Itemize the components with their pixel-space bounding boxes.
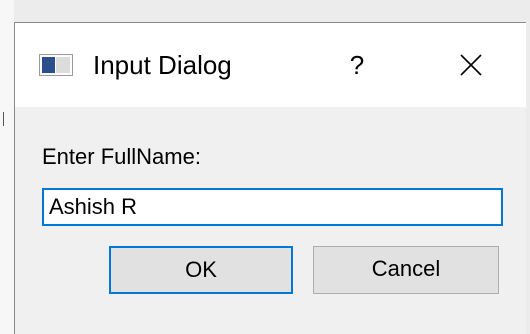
close-button[interactable] [449, 45, 493, 85]
input-dialog: Input Dialog ? Enter FullName: OK Cancel [14, 22, 526, 334]
window-app-icon [39, 54, 73, 76]
background-window-text-fragment [3, 112, 4, 126]
cancel-button[interactable]: Cancel [313, 246, 499, 294]
desktop: Input Dialog ? Enter FullName: OK Cancel [0, 0, 530, 334]
dialog-title: Input Dialog [93, 50, 232, 80]
close-icon [460, 54, 482, 76]
fullname-input[interactable] [42, 188, 503, 226]
window-app-icon-bar [42, 57, 55, 73]
ok-button[interactable]: OK [109, 246, 293, 294]
window-app-icon-pane [56, 57, 70, 73]
prompt-label: Enter FullName: [42, 144, 201, 169]
background-window-edge [0, 0, 14, 334]
dialog-titlebar[interactable]: Input Dialog ? [15, 23, 526, 107]
help-button[interactable]: ? [337, 45, 377, 85]
